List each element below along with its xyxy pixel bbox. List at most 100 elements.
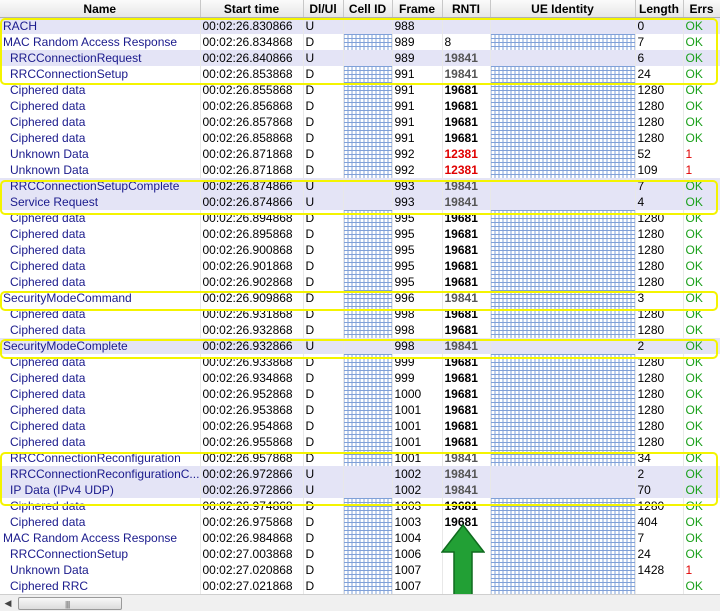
cell-rnti: 19681 (442, 418, 491, 434)
cell-errs: OK (683, 50, 720, 66)
table-row[interactable]: Ciphered data 00:02:26.934868 D 999 19681 128… (0, 370, 720, 386)
cell-name: RRCConnectionSetupComplete (0, 178, 201, 194)
table-row[interactable]: Ciphered data 00:02:26.975868 D 1003 19681 40… (0, 514, 720, 530)
cell-errs: OK (683, 322, 720, 338)
cell-id-masked (343, 450, 393, 466)
table-row[interactable]: Service Request 00:02:26.874866 U 993 19841 4… (0, 194, 720, 210)
table-row[interactable]: Ciphered data 00:02:26.895868 D 995 19681 128… (0, 226, 720, 242)
cell-name: Ciphered data (0, 418, 201, 434)
cell-errs: 1 (683, 562, 720, 578)
cell-rnti: 19681 (442, 98, 491, 114)
table-row[interactable]: Ciphered data 00:02:26.931868 D 998 19681 128… (0, 306, 720, 322)
table-row[interactable]: Ciphered data 00:02:26.932868 D 998 19681 128… (0, 322, 720, 338)
table-row[interactable]: Ciphered data 00:02:26.857868 D 991 19681 128… (0, 114, 720, 130)
cell-length: 1280 (635, 258, 684, 274)
table-row[interactable]: Ciphered data 00:02:26.974868 D 1003 19681 12… (0, 498, 720, 514)
cell-rnti: 19681 (442, 258, 491, 274)
column-header-cell-id[interactable]: Cell ID (343, 0, 393, 18)
cell-ue-identity-masked (490, 562, 636, 578)
cell-name: RRCConnectionReconfigurationC... (0, 466, 201, 482)
table-row[interactable]: RRCConnectionRequest 00:02:26.840866 U 989 1… (0, 50, 720, 66)
cell-direction: D (303, 514, 344, 530)
table-row[interactable]: MAC Random Access Response 00:02:26.83486… (0, 34, 720, 50)
column-header-ue-identity[interactable]: UE Identity (490, 0, 636, 18)
table-row[interactable]: Ciphered data 00:02:26.954868 D 1001 19681 12… (0, 418, 720, 434)
cell-start-time: 00:02:26.934868 (200, 370, 304, 386)
table-row[interactable]: Unknown Data 00:02:26.871868 D 992 12381 52 1 (0, 146, 720, 162)
cell-name: Ciphered data (0, 498, 201, 514)
cell-length: 1280 (635, 354, 684, 370)
table-row[interactable]: RRCConnectionReconfigurationC... 00:02:26… (0, 466, 720, 482)
table-row[interactable]: Ciphered data 00:02:26.900868 D 995 19681 128… (0, 242, 720, 258)
cell-errs: OK (683, 514, 720, 530)
horizontal-scrollbar[interactable]: ◀ |||| (0, 594, 720, 611)
table-row[interactable]: Ciphered data 00:02:26.856868 D 991 19681 128… (0, 98, 720, 114)
cell-id-masked (343, 482, 393, 498)
table-row[interactable]: SecurityModeCommand 00:02:26.909868 D 996 19… (0, 290, 720, 306)
table-row[interactable]: SecurityModeComplete 00:02:26.932866 U 998 1… (0, 338, 720, 354)
table-row[interactable]: Ciphered data 00:02:26.933868 D 999 19681 128… (0, 354, 720, 370)
column-header-length[interactable]: Length (635, 0, 684, 18)
column-header-rnti[interactable]: RNTI (442, 0, 491, 18)
cell-ue-identity-masked (490, 274, 636, 290)
cell-rnti: 19841 (442, 66, 491, 82)
cell-direction: U (303, 178, 344, 194)
cell-frame: 1007 (392, 578, 443, 594)
table-row[interactable]: Ciphered data 00:02:26.894868 D 995 19681 128… (0, 210, 720, 226)
column-header-frame[interactable]: Frame (392, 0, 443, 18)
column-header-start-time[interactable]: Start time (200, 0, 304, 18)
scrollbar-thumb[interactable]: |||| (18, 597, 122, 610)
cell-length: 7 (635, 530, 684, 546)
table-row[interactable]: Ciphered data 00:02:26.858868 D 991 19681 128… (0, 130, 720, 146)
cell-id-masked (343, 210, 393, 226)
cell-length: 1428 (635, 562, 684, 578)
cell-id-masked (343, 194, 393, 210)
table-row[interactable]: Ciphered data 00:02:26.901868 D 995 19681 128… (0, 258, 720, 274)
cell-frame: 1000 (392, 386, 443, 402)
cell-id-masked (343, 514, 393, 530)
table-row[interactable]: RACH 00:02:26.830866 U 988 0 OK (0, 17, 720, 34)
cell-frame: 993 (392, 178, 443, 194)
table-row[interactable]: MAC Random Access Response 00:02:26.98486… (0, 530, 720, 546)
table-row[interactable]: Ciphered RRC 00:02:27.021868 D 1007 OK (0, 578, 720, 594)
table-row[interactable]: RRCConnectionReconfiguration 00:02:26.957… (0, 450, 720, 466)
table-row[interactable]: Unknown Data 00:02:27.020868 D 1007 1428 1 (0, 562, 720, 578)
table-row[interactable]: Ciphered data 00:02:26.953868 D 1001 19681 12… (0, 402, 720, 418)
cell-frame: 991 (392, 98, 443, 114)
table-row[interactable]: RRCConnectionSetup 00:02:27.003868 D 1006 24… (0, 546, 720, 562)
cell-rnti: 19681 (442, 386, 491, 402)
cell-frame: 1001 (392, 418, 443, 434)
cell-ue-identity-masked (490, 498, 636, 514)
cell-ue-identity-masked (490, 354, 636, 370)
table-row[interactable]: Ciphered data 00:02:26.955868 D 1001 19681 12… (0, 434, 720, 450)
table-row[interactable]: Unknown Data 00:02:26.871868 D 992 12381 109 1 (0, 162, 720, 178)
table-row[interactable]: Ciphered data 00:02:26.902868 D 995 19681 128… (0, 274, 720, 290)
table-row[interactable]: Ciphered data 00:02:26.855868 D 991 19681 128… (0, 82, 720, 98)
cell-start-time: 00:02:26.972866 (200, 466, 304, 482)
cell-ue-identity-masked (490, 386, 636, 402)
cell-ue-identity-masked (490, 210, 636, 226)
column-header-direction[interactable]: Dl/Ul (303, 0, 344, 18)
table-row[interactable]: RRCConnectionSetupComplete 00:02:26.87486… (0, 178, 720, 194)
table-row[interactable]: Ciphered data 00:02:26.952868 D 1000 19681 12… (0, 386, 720, 402)
table-row[interactable]: RRCConnectionSetup 00:02:26.853868 D 991 198… (0, 66, 720, 82)
cell-errs: OK (683, 498, 720, 514)
cell-rnti: 19681 (442, 402, 491, 418)
cell-frame: 1006 (392, 546, 443, 562)
scroll-left-icon[interactable]: ◀ (0, 595, 16, 611)
cell-frame: 991 (392, 130, 443, 146)
cell-start-time: 00:02:26.901868 (200, 258, 304, 274)
cell-errs: 1 (683, 162, 720, 178)
cell-length: 0 (635, 17, 684, 34)
cell-rnti: 19841 (442, 50, 491, 66)
table-row[interactable]: IP Data (IPv4 UDP) 00:02:26.972866 U 1002 19… (0, 482, 720, 498)
cell-rnti: 19681 (442, 226, 491, 242)
cell-name: Ciphered data (0, 82, 201, 98)
cell-frame: 998 (392, 338, 443, 354)
column-header-errs[interactable]: Errs (683, 0, 720, 18)
cell-rnti: 19681 (442, 354, 491, 370)
cell-id-masked (343, 34, 393, 50)
cell-ue-identity-masked (490, 66, 636, 82)
column-header-name[interactable]: Name (0, 0, 201, 18)
cell-frame: 989 (392, 34, 443, 50)
